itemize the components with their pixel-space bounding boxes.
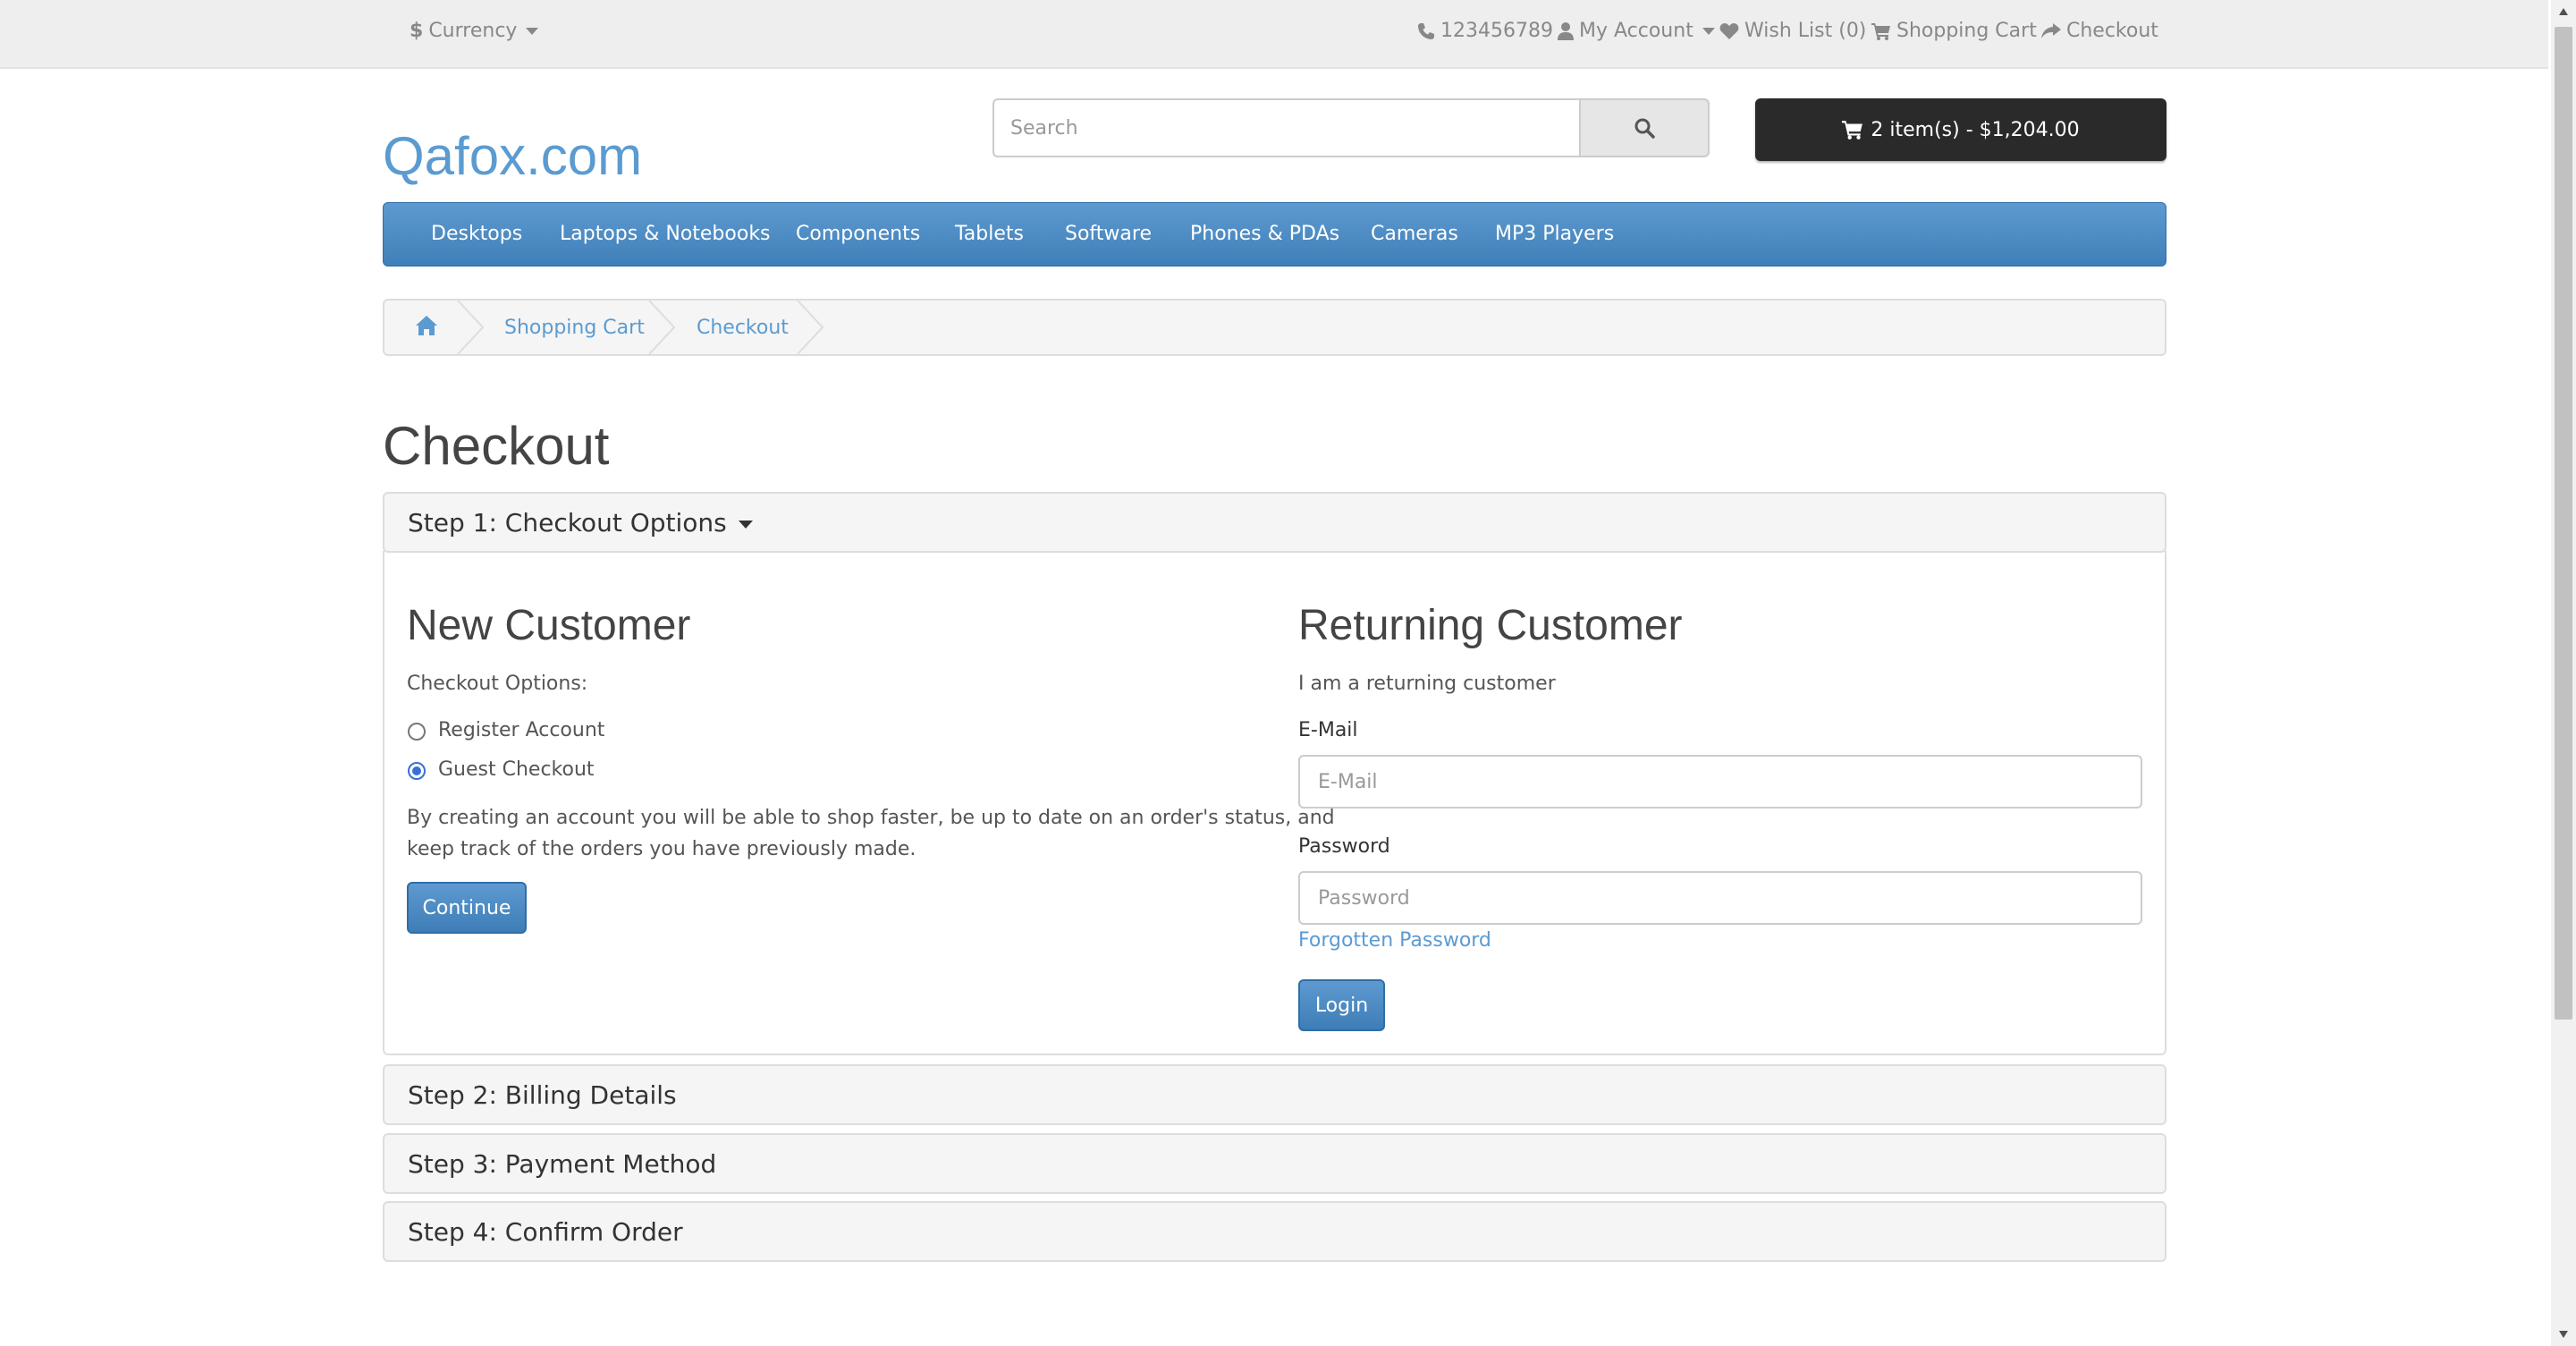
cart-icon (1871, 22, 1890, 40)
caret-down-icon (1702, 27, 1715, 35)
share-icon (2041, 22, 2061, 38)
home-icon (416, 316, 437, 335)
breadcrumb-separator (648, 301, 676, 354)
currency-label: Currency (428, 20, 518, 42)
shopping-cart-link[interactable]: Shopping Cart (1871, 20, 2037, 42)
password-label: Password (1298, 835, 1390, 858)
caret-down-icon (738, 520, 753, 529)
checkout-link[interactable]: Checkout (2041, 20, 2158, 42)
caret-down-icon (526, 27, 539, 35)
cart-button[interactable]: 2 item(s) - $1,204.00 (1755, 98, 2166, 161)
scrollbar-thumb[interactable] (2555, 27, 2572, 1020)
step4-title: Step 4: Confirm Order (408, 1217, 683, 1247)
search-bar (992, 98, 1710, 161)
step2-title: Step 2: Billing Details (408, 1080, 677, 1110)
nav-item-software[interactable]: Software (1065, 223, 1152, 245)
login-button[interactable]: Login (1298, 979, 1385, 1031)
cart-total-label: 2 item(s) - $1,204.00 (1871, 118, 2080, 141)
register-account-radio[interactable] (408, 723, 426, 741)
continue-button[interactable]: Continue (407, 882, 527, 934)
phone-link[interactable]: 123456789 (1417, 20, 1553, 42)
step1-header[interactable]: Step 1: Checkout Options (383, 492, 2166, 553)
new-customer-description-1: By creating an account you will be able … (407, 807, 1335, 829)
nav-item-cameras[interactable]: Cameras (1371, 223, 1458, 245)
currency-dropdown[interactable]: $ Currency (410, 20, 539, 42)
my-account-label: My Account (1579, 20, 1693, 42)
phone-icon (1418, 22, 1434, 39)
wishlist-label: Wish List (0) (1744, 20, 1867, 42)
phone-number: 123456789 (1440, 20, 1553, 42)
step3-header[interactable]: Step 3: Payment Method (383, 1133, 2166, 1194)
returning-customer-title: Returning Customer (1298, 602, 1683, 649)
step2-header[interactable]: Step 2: Billing Details (383, 1064, 2166, 1125)
nav-item-desktops[interactable]: Desktops (431, 223, 522, 245)
password-field[interactable] (1298, 871, 2142, 925)
nav-item-laptops[interactable]: Laptops & Notebooks (560, 223, 771, 245)
breadcrumb-separator (797, 301, 824, 354)
breadcrumb-shopping-cart[interactable]: Shopping Cart (504, 317, 645, 339)
nav-item-mp3-players[interactable]: MP3 Players (1495, 223, 1614, 245)
top-bar: $ Currency 123456789 My Account Wish Lis… (0, 0, 2548, 69)
checkout-options-label: Checkout Options: (407, 673, 588, 695)
step1-title: Step 1: Checkout Options (408, 508, 753, 538)
returning-customer-subtitle: I am a returning customer (1298, 673, 1556, 695)
guest-checkout-radio[interactable] (408, 762, 426, 780)
breadcrumb-home[interactable] (415, 315, 438, 342)
guest-checkout-label[interactable]: Guest Checkout (438, 758, 595, 781)
scroll-up-icon[interactable] (2558, 7, 2569, 16)
email-label: E-Mail (1298, 719, 1358, 741)
search-input[interactable] (992, 98, 1579, 157)
nav-item-tablets[interactable]: Tablets (955, 223, 1024, 245)
breadcrumb: Shopping Cart Checkout (383, 299, 2166, 356)
email-field[interactable] (1298, 755, 2142, 808)
my-account-dropdown[interactable]: My Account (1558, 20, 1715, 42)
wishlist-link[interactable]: Wish List (0) (1719, 20, 1866, 42)
new-customer-title: New Customer (407, 602, 691, 649)
breadcrumb-checkout[interactable]: Checkout (697, 317, 789, 339)
step4-header[interactable]: Step 4: Confirm Order (383, 1201, 2166, 1262)
breadcrumb-separator (457, 301, 485, 354)
page-title: Checkout (383, 416, 610, 476)
new-customer-description-2: keep track of the orders you have previo… (407, 838, 916, 860)
heart-icon (1719, 22, 1739, 39)
forgotten-password-link[interactable]: Forgotten Password (1298, 929, 1491, 952)
dollar-icon: $ (410, 20, 424, 42)
scroll-down-icon[interactable] (2558, 1330, 2569, 1339)
nav-item-components[interactable]: Components (796, 223, 920, 245)
search-button[interactable] (1579, 98, 1710, 157)
nav-item-phones[interactable]: Phones & PDAs (1190, 223, 1339, 245)
register-account-label[interactable]: Register Account (438, 719, 604, 741)
site-logo[interactable]: Qafox.com (383, 125, 642, 187)
search-icon (1634, 118, 1655, 139)
shopping-cart-label: Shopping Cart (1896, 20, 2037, 42)
step3-title: Step 3: Payment Method (408, 1149, 717, 1179)
user-icon (1558, 21, 1574, 40)
cart-icon (1842, 121, 1863, 140)
page-scrollbar[interactable] (2551, 0, 2576, 1346)
main-nav: Desktops Laptops & Notebooks Components … (383, 202, 2166, 267)
checkout-label: Checkout (2066, 20, 2158, 42)
